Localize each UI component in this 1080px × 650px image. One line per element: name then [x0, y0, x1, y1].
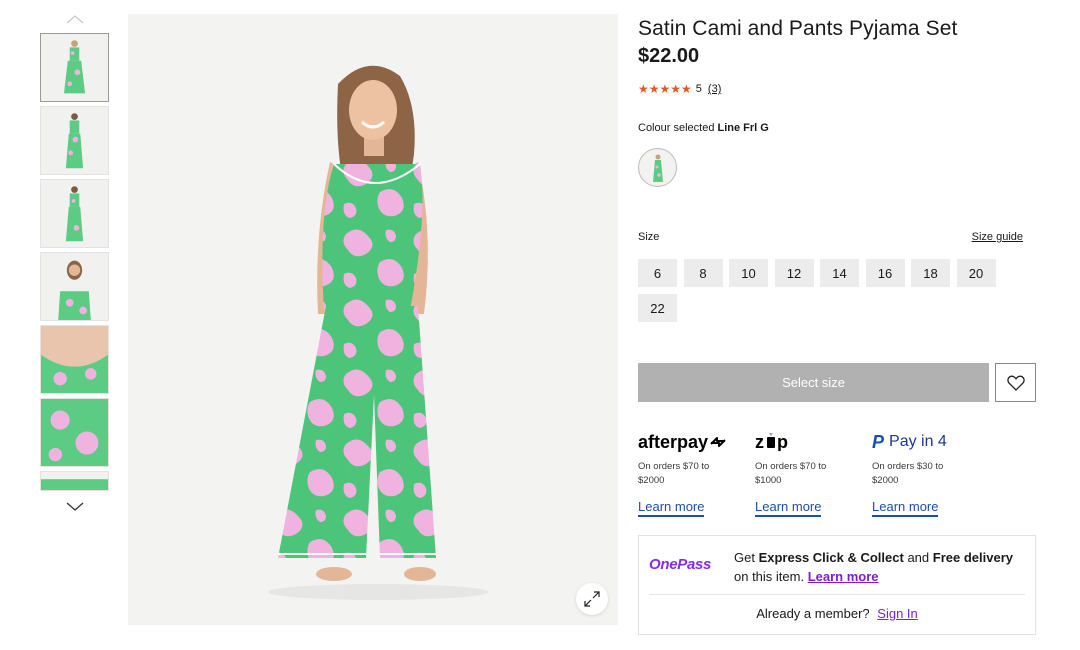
afterpay-logo-text: afterpay — [638, 431, 709, 452]
zip-option: z p zip On orders $70 to $1000 Learn mor… — [755, 430, 872, 517]
colour-selected-label: Colour selected Line Frl G — [638, 122, 1036, 134]
swatch-thumbnail-icon — [652, 154, 663, 182]
expand-icon — [584, 591, 600, 607]
zoom-button[interactable] — [576, 583, 608, 615]
rating-value: 5 — [695, 83, 702, 95]
size-option-16[interactable]: 16 — [865, 259, 905, 287]
onepass-logo: OnePass — [649, 556, 712, 573]
afterpay-arrows-icon — [710, 437, 726, 447]
zip-learn-more-link[interactable]: Learn more — [755, 499, 822, 517]
thumbnail-2[interactable] — [40, 106, 109, 175]
size-label: Size — [638, 231, 660, 243]
onepass-get-text: Get — [734, 550, 755, 565]
svg-text:z: z — [755, 433, 764, 451]
thumbnail-4[interactable] — [40, 252, 109, 321]
thumbnail-3[interactable] — [40, 179, 109, 248]
afterpay-option: afterpay On orders $70 to $2000 Learn mo… — [638, 430, 755, 517]
svg-text:p: p — [777, 433, 788, 451]
product-title: Satin Cami and Pants Pyjama Set — [638, 17, 958, 40]
chevron-up-icon — [66, 15, 84, 24]
size-option-22[interactable]: 22 — [638, 294, 677, 322]
product-details: Satin Cami and Pants Pyjama Set $22.00 ★… — [638, 16, 1036, 635]
thumb-scroll-down-button[interactable] — [40, 495, 110, 517]
size-option-6[interactable]: 6 — [638, 259, 677, 287]
colour-prefix: Colour selected — [638, 122, 715, 134]
heart-icon — [1006, 375, 1025, 391]
paypal-p-icon: P — [872, 431, 885, 452]
pay-in-4-text: Pay in 4 — [889, 433, 947, 450]
onepass-and-text: and — [907, 550, 930, 565]
size-option-14[interactable]: 14 — [820, 259, 859, 287]
wishlist-button[interactable] — [995, 363, 1036, 402]
purchase-row: Select size — [638, 363, 1036, 402]
onepass-banner: OnePass Get Express Click & Collect and … — [638, 535, 1036, 635]
thumbnail-gallery — [40, 8, 110, 517]
paypal-terms: On orders $30 to $2000 — [872, 461, 944, 486]
thumb-scroll-up-button[interactable] — [40, 8, 110, 30]
paypal-option: P Pay in 4 On orders $30 to $2000 Learn … — [872, 430, 989, 517]
product-price: $22.00 — [638, 45, 700, 67]
thumbnail-5[interactable] — [40, 325, 109, 394]
product-rating: ★★★★★ 5 (3) — [638, 82, 1036, 96]
onepass-sign-in-link[interactable]: Sign In — [877, 606, 917, 621]
star-rating-icon: ★★★★★ — [638, 82, 692, 96]
afterpay-terms: On orders $70 to $2000 — [638, 461, 710, 486]
paypal-logo: P Pay in 4 — [872, 430, 989, 454]
afterpay-learn-more-link[interactable]: Learn more — [638, 499, 705, 517]
zip-logo: z p zip — [755, 430, 872, 454]
main-product-image[interactable] — [128, 14, 618, 625]
product-model-photo — [268, 65, 488, 600]
onepass-free-delivery-text: Free delivery — [932, 550, 1013, 565]
colour-name: Line Frl G — [717, 122, 769, 134]
thumbnail-1[interactable] — [40, 33, 109, 102]
zip-logo-icon: z p — [755, 433, 788, 451]
size-option-12[interactable]: 12 — [774, 259, 814, 287]
colour-swatch[interactable] — [638, 148, 677, 187]
chevron-down-icon — [66, 502, 84, 511]
size-guide-link[interactable]: Size guide — [972, 231, 1023, 243]
size-option-10[interactable]: 10 — [729, 259, 768, 287]
thumbnail-7[interactable] — [40, 471, 109, 491]
select-size-button[interactable]: Select size — [638, 363, 989, 402]
size-options: 6 8 10 12 14 16 18 20 22 — [638, 259, 1038, 329]
thumbnail-6[interactable] — [40, 398, 109, 467]
onepass-express-text: Express Click & Collect — [758, 550, 904, 565]
onepass-divider — [649, 594, 1025, 595]
onepass-member-line: Already a member? Sign In — [639, 606, 1035, 621]
size-option-20[interactable]: 20 — [956, 259, 996, 287]
size-option-8[interactable]: 8 — [683, 259, 723, 287]
onepass-message: Get Express Click & Collect and Free del… — [734, 548, 1013, 586]
onepass-item-text: on this item. — [734, 569, 805, 584]
size-option-18[interactable]: 18 — [911, 259, 950, 287]
size-header: Size Size guide — [638, 231, 1036, 243]
paypal-learn-more-link[interactable]: Learn more — [872, 499, 939, 517]
reviews-link[interactable]: (3) — [708, 83, 721, 95]
zip-terms: On orders $70 to $1000 — [755, 461, 827, 486]
onepass-member-text: Already a member? — [756, 606, 870, 621]
afterpay-logo: afterpay — [638, 430, 755, 454]
onepass-learn-more-link[interactable]: Learn more — [808, 569, 879, 584]
payment-options: afterpay On orders $70 to $2000 Learn mo… — [638, 430, 1036, 517]
